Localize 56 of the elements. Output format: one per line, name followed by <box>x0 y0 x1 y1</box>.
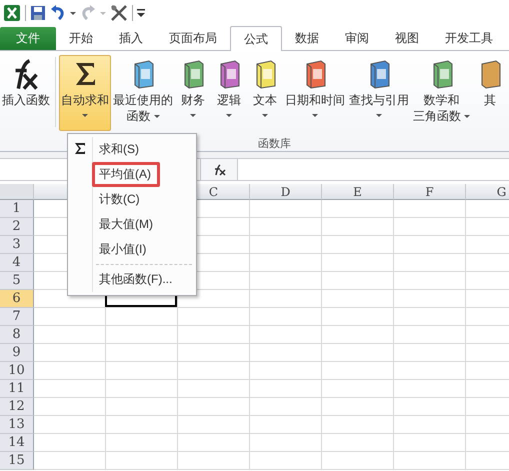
ribbon-button[interactable]: 自动求和 <box>59 55 111 131</box>
customize-menu-icon[interactable] <box>137 8 145 18</box>
ribbon-tab[interactable]: 页面布局 <box>156 27 230 50</box>
ribbon-tab[interactable]: 视图 <box>382 27 432 50</box>
row-header[interactable]: 4 <box>0 254 34 272</box>
menu-item[interactable]: 平均值(A) <box>92 162 160 187</box>
ribbon-button[interactable]: 逻辑 <box>211 55 247 131</box>
dropdown-caret-icon <box>100 12 106 14</box>
formula-input[interactable] <box>238 159 509 180</box>
ribbon-tab[interactable]: 数据 <box>282 27 332 50</box>
ribbon-tab[interactable]: 文件 <box>0 27 56 50</box>
ribbon-button[interactable]: 数学和 三角函数 <box>411 55 472 131</box>
ribbon-tab[interactable]: 开发工具 <box>432 27 506 50</box>
ribbon-tab[interactable]: 审阅 <box>332 27 382 50</box>
function-icon <box>14 58 38 90</box>
row-header[interactable]: 9 <box>0 344 34 362</box>
ribbon-tab[interactable]: 公式 <box>230 26 282 51</box>
column-header[interactable]: D <box>250 184 322 200</box>
menu-item[interactable]: 其他函数(F)... <box>96 267 178 292</box>
row-header[interactable]: 3 <box>0 236 34 254</box>
redo-icon <box>80 5 96 21</box>
row-header[interactable]: 5 <box>0 272 34 290</box>
column-header[interactable]: G <box>466 184 509 200</box>
row-header[interactable]: 2 <box>0 218 34 236</box>
row-header[interactable]: 6 <box>0 290 34 308</box>
row-header[interactable]: 1 <box>0 200 34 218</box>
sigma-icon <box>75 143 85 154</box>
ribbon-tab[interactable]: 开始 <box>56 27 106 50</box>
ribbon-button[interactable]: 文本 <box>247 55 283 131</box>
ribbon-button[interactable]: 插入函数 <box>0 55 52 131</box>
row-header[interactable]: 8 <box>0 326 34 344</box>
ribbon-button[interactable]: 其 <box>472 55 508 131</box>
ribbon-button[interactable]: 日期和时间 <box>283 55 347 131</box>
spreadsheet-logo-icon[interactable] <box>3 4 21 22</box>
dropdown-caret-icon[interactable] <box>70 12 76 14</box>
row-header[interactable]: 7 <box>0 308 34 326</box>
menu-item[interactable]: 计数(C) <box>96 187 146 212</box>
ribbon-button[interactable]: 财务 <box>175 55 211 131</box>
row-header[interactable]: 11 <box>0 380 34 398</box>
row-header[interactable]: 13 <box>0 416 34 434</box>
function-icon[interactable] <box>212 164 226 176</box>
menu-item[interactable]: 求和(S) <box>96 137 145 162</box>
ribbon-tab[interactable]: 插入 <box>106 27 156 50</box>
row-header[interactable]: 10 <box>0 362 34 380</box>
row-header[interactable]: 15 <box>0 452 34 470</box>
save-icon[interactable] <box>30 5 46 21</box>
ribbon-button[interactable]: 最近使用的 函数 <box>111 55 175 131</box>
column-header[interactable]: F <box>394 184 466 200</box>
column-header[interactable]: E <box>322 184 394 200</box>
group-label: 函数库 <box>258 136 291 151</box>
row-header[interactable]: 12 <box>0 398 34 416</box>
ribbon-button[interactable]: 查找与引用 <box>347 55 411 131</box>
menu-item[interactable]: 最小值(I) <box>96 237 152 262</box>
row-header[interactable]: 14 <box>0 434 34 452</box>
menu-item[interactable]: 最大值(M) <box>96 212 159 237</box>
undo-icon[interactable] <box>50 5 66 21</box>
